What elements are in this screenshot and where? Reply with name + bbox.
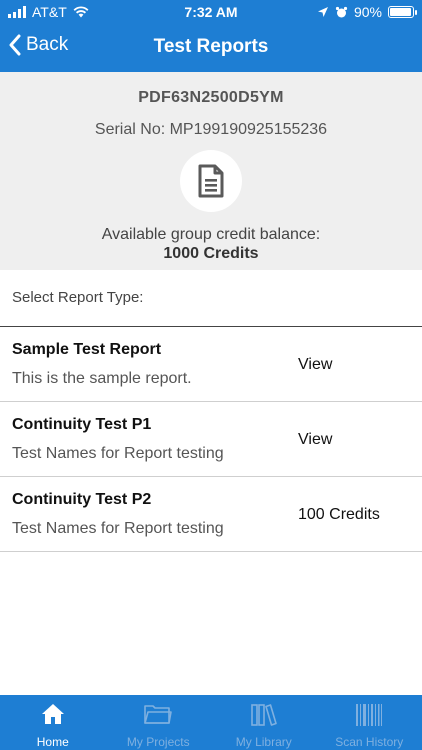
report-description: Test Names for Report testing [12,445,224,462]
credit-balance-value: 1000 Credits [163,245,259,262]
document-icon [198,164,224,198]
header: AT&T 7:32 AM 90% Back Test Reports [0,0,422,72]
tab-home[interactable]: Home [0,695,106,750]
report-description: This is the sample report. [12,370,192,387]
tab-my-projects[interactable]: My Projects [106,695,212,750]
folder-icon [144,705,173,724]
alarm-icon [335,6,348,17]
nav-bar: Back Test Reports [0,24,422,72]
library-icon [250,704,277,726]
view-report-button[interactable]: View [298,431,332,449]
report-name: Continuity Test P2 [12,491,152,508]
tab-label: My Projects [126,735,190,749]
credit-balance-label: Available group credit balance: [101,226,321,243]
status-bar: AT&T 7:32 AM 90% [0,0,422,24]
select-report-type-label: Select Report Type: [12,289,144,306]
serial-number: Serial No: MP199190925155236 [94,121,328,138]
tab-label: Scan History [335,735,404,749]
location-arrow-icon [317,7,328,17]
report-item-continuity-test-p2[interactable]: Continuity Test P2 Test Names for Report… [0,477,422,552]
report-item-continuity-test-p1[interactable]: Continuity Test P1 Test Names for Report… [0,402,422,477]
tab-scan-history[interactable]: Scan History [317,695,422,750]
view-report-button[interactable]: View [298,356,332,374]
purchase-report-credits-button[interactable]: 100 Credits [298,506,380,524]
report-item-sample-test-report[interactable]: Sample Test Report This is the sample re… [0,327,422,402]
battery-percent: 90% [353,4,382,20]
tab-bar: Home My Projects My Library Scan History [0,695,422,750]
home-icon [41,704,64,724]
device-summary: PDF63N2500D5YM Serial No: MP199190925155… [0,72,422,270]
tab-my-library[interactable]: My Library [211,695,317,750]
tab-label: My Library [235,735,292,749]
page-title: Test Reports [153,36,269,57]
document-badge [180,150,242,212]
report-name: Continuity Test P1 [12,416,152,433]
device-id: PDF63N2500D5YM [138,89,284,106]
report-description: Test Names for Report testing [12,520,224,537]
battery-icon [388,6,417,18]
barcode-icon [356,704,383,726]
report-name: Sample Test Report [12,341,162,358]
tab-label: Home [36,735,69,749]
